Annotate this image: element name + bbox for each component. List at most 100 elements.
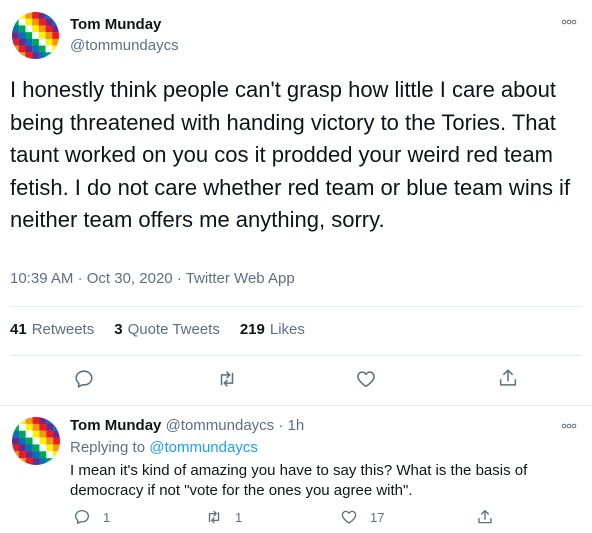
- avatar-pattern-cell: [52, 25, 59, 33]
- avatar-pattern-cell: [53, 444, 60, 452]
- avatar-pattern-cell: [38, 12, 46, 19]
- share-button[interactable]: [497, 367, 519, 389]
- avatar-pattern-cell: [46, 444, 54, 452]
- author-name[interactable]: Tom Munday: [70, 16, 161, 33]
- retweet-arrows-icon: [208, 510, 220, 524]
- avatar-pattern-cell: [25, 430, 33, 438]
- avatar-pattern-cell: [39, 430, 47, 438]
- avatar-pattern-cell: [18, 25, 26, 33]
- avatar-pattern-cell: [46, 451, 54, 459]
- avatar-pattern-cell: [12, 25, 19, 33]
- avatar-pattern-cell: [32, 458, 40, 465]
- reply-more-options-button[interactable]: [557, 418, 581, 434]
- reply-retweet-count: 1: [235, 509, 243, 525]
- quotes-label: Quote Tweets: [127, 321, 220, 338]
- reply-share-button[interactable]: [476, 508, 494, 526]
- reply-separator: ·: [278, 417, 284, 434]
- replying-to: Replying to @tommundaycs: [70, 439, 258, 456]
- avatar-pattern-cell: [52, 18, 59, 26]
- avatar-pattern-cell: [45, 25, 53, 33]
- reply-time-ago[interactable]: 1h: [288, 417, 305, 434]
- avatar-pattern-cell: [46, 437, 54, 445]
- avatar-pattern-cell: [25, 32, 33, 39]
- avatar-pattern-cell: [25, 437, 33, 445]
- divider: [0, 405, 592, 406]
- avatar-pattern-cell: [32, 430, 40, 438]
- more-dots-icon: [561, 423, 577, 429]
- replying-to-handle[interactable]: @tommundaycs: [149, 439, 258, 456]
- avatar-pattern-cell: [18, 451, 26, 459]
- like-button[interactable]: [355, 368, 377, 390]
- reply-reply-button[interactable]: 1: [73, 508, 110, 526]
- avatar-pattern-cell: [25, 12, 33, 19]
- avatar-pattern-cell: [25, 451, 33, 459]
- avatar-pattern-cell: [25, 444, 33, 452]
- avatar-pattern-cell: [18, 423, 26, 431]
- retweets-label: Retweets: [31, 321, 95, 338]
- avatar-pattern-cell: [32, 444, 40, 452]
- avatar[interactable]: [12, 12, 59, 59]
- author-handle[interactable]: @tommundaycs: [70, 37, 179, 54]
- avatar-pattern-cell: [45, 52, 53, 59]
- wiphala-flag-avatar: [12, 417, 60, 465]
- tweet-timestamp: 10:39 AM · Oct 30, 2020 · Twitter Web Ap…: [10, 270, 295, 287]
- reply-author-handle[interactable]: @tommundaycs: [166, 417, 275, 434]
- likes-stat[interactable]: 219 Likes: [240, 321, 305, 338]
- avatar-pattern-cell: [45, 12, 53, 19]
- wiphala-flag-avatar: [12, 12, 59, 59]
- avatar-pattern-cell: [39, 417, 47, 424]
- avatar-pattern-cell: [25, 423, 33, 431]
- avatar-pattern-cell: [12, 451, 19, 459]
- heart-icon: [357, 371, 375, 388]
- meta-separator: ·: [77, 270, 83, 287]
- avatar-pattern-cell: [32, 45, 39, 53]
- avatar-pattern-cell: [32, 38, 39, 46]
- reply-bubble-icon: [75, 370, 93, 388]
- avatar-pattern-cell: [25, 458, 33, 465]
- tweet-source[interactable]: Twitter Web App: [186, 270, 295, 287]
- reply-author-name[interactable]: Tom Munday: [70, 417, 161, 434]
- more-options-button[interactable]: [557, 14, 581, 30]
- heart-icon: [341, 510, 357, 524]
- reply-bubble-icon: [74, 509, 90, 525]
- tweet-time[interactable]: 10:39 AM: [10, 270, 73, 287]
- reply-header: Tom Munday @tommundaycs · 1h: [70, 417, 304, 434]
- reply-like-count: 17: [370, 509, 385, 525]
- avatar-pattern-cell: [32, 32, 39, 39]
- avatar-pattern-cell: [52, 52, 59, 59]
- avatar-pattern-cell: [18, 18, 26, 26]
- reply-like-button[interactable]: 17: [340, 508, 384, 526]
- avatar-pattern-cell: [12, 417, 19, 424]
- replying-to-label: Replying to: [70, 439, 146, 456]
- avatar-pattern-cell: [32, 437, 40, 445]
- avatar-pattern-cell: [18, 458, 26, 465]
- reply-avatar[interactable]: [12, 417, 60, 465]
- avatar-pattern-cell: [18, 32, 26, 39]
- retweets-stat[interactable]: 41 Retweets: [10, 321, 94, 338]
- avatar-pattern-cell: [12, 430, 19, 438]
- tweet-text: I honestly think people can't grasp how …: [10, 77, 571, 232]
- avatar-pattern-cell: [12, 437, 19, 445]
- reply-retweet-button[interactable]: 1: [205, 508, 242, 526]
- avatar-pattern-cell: [39, 437, 47, 445]
- avatar-pattern-cell: [39, 444, 47, 452]
- avatar-pattern-cell: [32, 417, 40, 424]
- quote-tweets-stat[interactable]: 3 Quote Tweets: [114, 321, 220, 338]
- avatar-pattern-cell: [12, 38, 19, 46]
- likes-label: Likes: [269, 321, 305, 338]
- avatar-pattern-cell: [12, 32, 19, 39]
- avatar-pattern-cell: [46, 458, 54, 465]
- avatar-pattern-cell: [32, 25, 39, 33]
- tweet-date[interactable]: Oct 30, 2020: [87, 270, 173, 287]
- avatar-pattern-cell: [38, 32, 46, 39]
- retweet-arrows-icon: [220, 371, 234, 387]
- avatar-pattern-cell: [38, 18, 46, 26]
- share-upload-icon: [478, 509, 492, 524]
- avatar-pattern-cell: [38, 25, 46, 33]
- quotes-count: 3: [114, 321, 123, 338]
- avatar-pattern-cell: [52, 32, 59, 39]
- avatar-pattern-cell: [32, 451, 40, 459]
- likes-count: 219: [239, 321, 265, 338]
- retweet-button[interactable]: [216, 368, 238, 390]
- reply-button[interactable]: [73, 368, 95, 390]
